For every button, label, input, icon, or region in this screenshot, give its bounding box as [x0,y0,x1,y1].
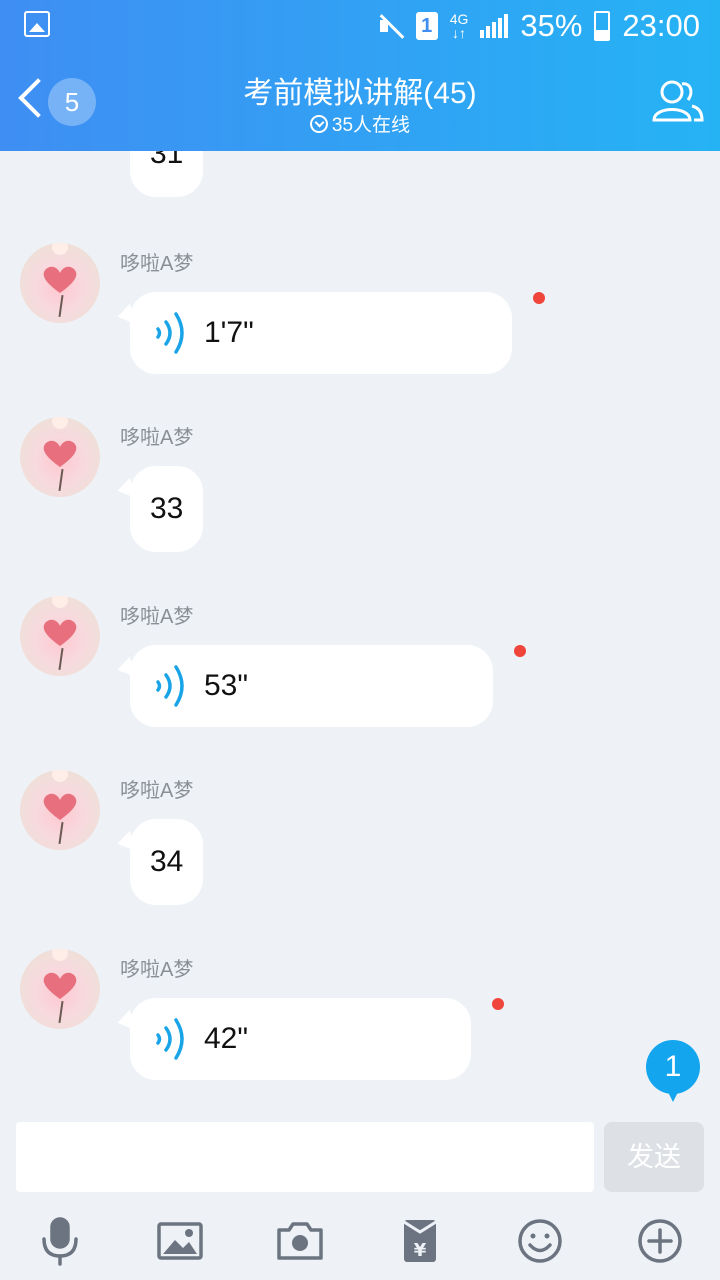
avatar[interactable] [20,243,100,323]
text-bubble[interactable]: 34 [130,819,204,905]
input-toolbar: ¥ [0,1206,720,1280]
microphone-button[interactable] [35,1216,85,1266]
sender-name: 哆啦A梦 [120,427,194,449]
battery-percent: 35% [520,8,583,43]
message-text: 31 [150,151,184,170]
camera-icon [277,1222,323,1260]
voice-wave-icon [156,312,184,354]
voice-duration: 42" [204,1022,249,1055]
red-packet-icon: ¥ [403,1220,437,1262]
message-text: 34 [150,845,184,878]
page-title: 考前模拟讲解(45) [243,77,477,110]
voice-bubble[interactable]: 1'7" [130,292,512,374]
avatar[interactable] [20,949,100,1029]
avatar[interactable] [20,417,100,497]
voice-wave-icon [156,665,184,707]
signal-icon [480,14,509,38]
camera-button[interactable] [275,1216,325,1266]
sender-name: 哆啦A梦 [120,606,194,628]
voice-wave-icon [156,1018,184,1060]
avatar[interactable] [20,770,100,850]
unheard-dot [514,645,526,657]
voice-bubble[interactable]: 42" [130,998,471,1080]
voice-duration: 1'7" [204,316,254,349]
input-bar: 发送 [0,1106,720,1206]
svg-text:¥: ¥ [414,1240,427,1261]
image-button[interactable] [155,1216,205,1266]
emoji-button[interactable] [515,1216,565,1266]
sender-name: 哆啦A梦 [120,253,194,275]
group-members-button[interactable] [650,76,704,124]
microphone-icon [42,1217,78,1266]
network-type-icon: 4G ↓↑ [449,11,469,41]
send-button[interactable]: 发送 [604,1122,704,1192]
voice-duration: 53" [204,669,249,702]
members-icon [652,80,704,122]
red-packet-button[interactable]: ¥ [395,1216,445,1266]
unheard-dot [533,292,545,304]
message-input[interactable] [16,1122,594,1192]
message-text: 33 [150,492,184,525]
header: 1 4G ↓↑ 35% 23:00 5 考前模拟讲解(45) 35人在线 [0,0,720,151]
voice-bubble[interactable]: 53" [130,645,493,727]
sender-name: 哆啦A梦 [120,959,194,981]
unheard-dot [492,998,504,1010]
chevron-down-icon [309,115,328,133]
status-icons: 1 4G ↓↑ 35% 23:00 [378,6,700,46]
new-messages-badge[interactable]: 1 [646,1040,700,1102]
gallery-notification-icon [24,11,50,37]
avatar[interactable] [20,596,100,676]
text-bubble[interactable]: 33 [130,466,204,552]
image-icon [157,1222,203,1260]
sim-icon: 1 [415,12,438,40]
sender-name: 哆啦A梦 [120,780,194,802]
mute-icon [378,13,404,39]
text-bubble[interactable]: 31 [130,151,204,197]
battery-icon [594,11,611,41]
more-button[interactable] [635,1216,685,1266]
online-count[interactable]: 35人在线 [0,110,720,137]
plus-icon [638,1219,682,1263]
emoji-icon [518,1219,562,1263]
status-bar: 1 4G ↓↑ 35% 23:00 [0,0,720,52]
clock: 23:00 [622,8,700,43]
chat-area[interactable]: 31 哆啦A梦 1'7" 哆啦A梦 33 哆啦A梦 53" 哆啦A梦 34 哆啦… [0,151,720,1106]
